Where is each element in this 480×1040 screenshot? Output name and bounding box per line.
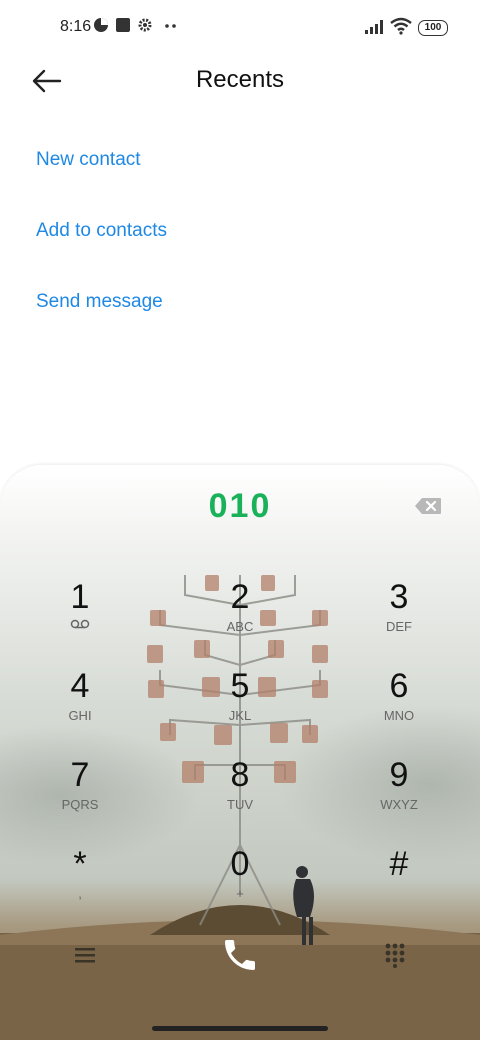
key-digit: * xyxy=(73,845,87,883)
key-hash[interactable]: # xyxy=(344,844,454,924)
wifi-icon xyxy=(390,17,412,35)
settings-gear-icon xyxy=(138,18,152,32)
key-5[interactable]: 5 JKL xyxy=(185,666,295,746)
key-digit: 4 xyxy=(70,667,90,705)
data-saver-icon xyxy=(94,18,108,32)
dialpad-icon[interactable] xyxy=(384,942,406,968)
key-6[interactable]: 6 MNO xyxy=(344,666,454,746)
key-letters: PQRS xyxy=(61,797,99,812)
key-digit: 7 xyxy=(70,756,90,794)
key-4[interactable]: 4 GHI xyxy=(25,666,135,746)
key-9[interactable]: 9 WXYZ xyxy=(344,755,454,835)
key-8[interactable]: 8 TUV xyxy=(185,755,295,835)
key-letters: TUV xyxy=(227,797,253,812)
app-notification-icon xyxy=(116,18,130,32)
more-notifications-icon xyxy=(165,24,176,28)
backspace-icon[interactable] xyxy=(414,497,442,515)
key-3[interactable]: 3 DEF xyxy=(344,577,454,657)
dialer-panel: 010 1 2 ABC 3 DEF 4 GHI 5 JKL 6 MNO 7 PQ… xyxy=(0,465,480,1040)
new-contact-button[interactable]: New contact xyxy=(36,149,141,171)
key-letters: ABC xyxy=(226,619,254,634)
call-icon[interactable] xyxy=(220,935,260,975)
key-digit: 8 xyxy=(230,756,250,794)
key-digit: 6 xyxy=(389,667,409,705)
page-title: Recents xyxy=(195,66,285,93)
dialed-number: 010 xyxy=(208,487,272,525)
signal-icon xyxy=(365,20,383,34)
key-1[interactable]: 1 xyxy=(25,577,135,657)
key-0[interactable]: 0 + xyxy=(185,844,295,924)
key-7[interactable]: 7 PQRS xyxy=(25,755,135,835)
status-time: 8:16 xyxy=(60,18,92,35)
add-to-contacts-button[interactable]: Add to contacts xyxy=(36,220,167,242)
menu-icon[interactable] xyxy=(74,945,96,965)
key-letters: GHI xyxy=(68,708,92,723)
battery-indicator: 100 xyxy=(418,20,448,36)
key-letters: + xyxy=(236,886,244,901)
key-digit: 2 xyxy=(230,578,250,616)
key-letters: , xyxy=(78,886,82,901)
status-bar: 8:16 100 xyxy=(0,0,480,56)
send-message-button[interactable]: Send message xyxy=(36,291,163,313)
key-star[interactable]: * , xyxy=(25,844,135,924)
key-letters: MNO xyxy=(383,708,415,723)
key-letters: DEF xyxy=(386,619,412,634)
voicemail-icon xyxy=(70,619,90,629)
key-2[interactable]: 2 ABC xyxy=(185,577,295,657)
key-digit: # xyxy=(389,845,409,883)
key-digit: 0 xyxy=(230,845,250,883)
key-digit: 1 xyxy=(70,578,90,616)
key-letters: JKL xyxy=(228,708,252,723)
key-digit: 5 xyxy=(230,667,250,705)
home-indicator[interactable] xyxy=(152,1026,328,1031)
key-digit: 3 xyxy=(389,578,409,616)
key-letters: WXYZ xyxy=(380,797,418,812)
key-digit: 9 xyxy=(389,756,409,794)
